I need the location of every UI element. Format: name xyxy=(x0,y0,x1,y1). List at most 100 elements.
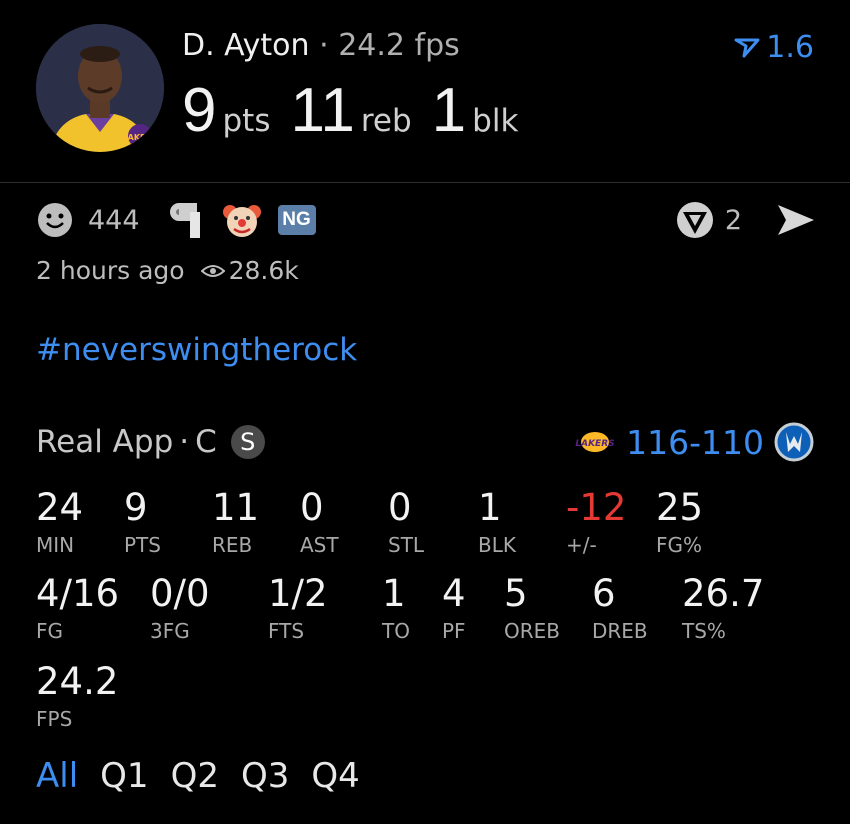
stat-value: 1/2 xyxy=(268,572,328,615)
stat-value: 0 xyxy=(388,486,412,529)
stat-value: 26.7 xyxy=(682,572,765,615)
stat-min: 24 MIN xyxy=(36,486,83,557)
headline-stats: 9 pts 11 reb 1 blk xyxy=(182,80,538,142)
stat-label: DREB xyxy=(592,619,648,643)
stat-oreb: 5 OREB xyxy=(504,572,560,643)
player-avatar[interactable]: LAKERS xyxy=(36,24,164,152)
stat-label: MIN xyxy=(36,533,75,557)
tab-q4[interactable]: Q4 xyxy=(311,756,359,796)
blk-value: 1 xyxy=(431,76,467,145)
stat-label: STL xyxy=(388,533,425,557)
stat-value: 0/0 xyxy=(150,572,210,615)
stat-pts: 9 PTS xyxy=(124,486,161,557)
tab-q2[interactable]: Q2 xyxy=(171,756,219,796)
rating-arrow-icon xyxy=(734,38,760,57)
stat-label: BLK xyxy=(478,533,516,557)
stat-plus-minus: -12 +/- xyxy=(566,486,626,557)
views-count: 28.6k xyxy=(228,256,299,285)
tab-q3[interactable]: Q3 xyxy=(241,756,289,796)
stat-fps: 24.2 FPS xyxy=(36,660,118,731)
stat-value: 1 xyxy=(382,572,406,615)
stat-value: 5 xyxy=(504,572,528,615)
tab-all[interactable]: All xyxy=(36,756,78,796)
shield-icon[interactable] xyxy=(675,200,715,240)
stat-label: FG% xyxy=(656,533,703,557)
header-divider xyxy=(0,182,850,183)
game-info: Real App · C S xyxy=(36,424,265,460)
share-area: 2 xyxy=(675,198,816,242)
stat-value: 4/16 xyxy=(36,572,120,615)
stat-fg: 4/16 FG xyxy=(36,572,119,643)
blk-unit: blk xyxy=(472,103,519,139)
stat-label: PF xyxy=(442,619,466,643)
game-score[interactable]: LAKERS 116-110 xyxy=(574,422,814,462)
stat-label: TS% xyxy=(682,619,726,643)
stat-value: 11 xyxy=(212,486,260,529)
views-counter: 28.6k xyxy=(200,256,299,285)
fps-text: 24.2 fps xyxy=(338,28,460,63)
game-source: Real App xyxy=(36,424,174,460)
stat-label: REB xyxy=(212,533,253,557)
stat-value: 1 xyxy=(478,486,502,529)
stat-fg: 25 FG% xyxy=(656,486,703,557)
ng-badge[interactable]: NG xyxy=(277,205,316,235)
player-position: C xyxy=(195,424,217,460)
lakers-logo-text: LAKERS xyxy=(575,439,614,449)
stat-fts: 1/2 FTS xyxy=(268,572,328,643)
post-meta: 2 hours ago 28.6k xyxy=(36,256,299,285)
stat-to: 1 TO xyxy=(382,572,410,643)
stat-value: 25 xyxy=(656,486,704,529)
clown-icon[interactable] xyxy=(220,198,264,242)
hashtag-link[interactable]: #neverswingtherock xyxy=(36,332,357,368)
stat-value: 6 xyxy=(592,572,616,615)
mavericks-logo-icon xyxy=(774,422,814,462)
stat-value: 24 xyxy=(36,486,84,529)
stat-label: AST xyxy=(300,533,339,557)
stat-reb: 11 REB xyxy=(212,486,259,557)
post-time: 2 hours ago xyxy=(36,256,185,285)
tab-q1[interactable]: Q1 xyxy=(100,756,148,796)
stat-dreb: 6 DREB xyxy=(592,572,648,643)
stat-ast: 0 AST xyxy=(300,486,339,557)
reb-unit: reb xyxy=(360,103,412,139)
stat-label: FPS xyxy=(36,707,73,731)
reb-value: 11 xyxy=(290,76,355,145)
game-score-value: 116-110 xyxy=(626,422,764,462)
title-separator: · xyxy=(319,28,329,63)
player-title: D. Ayton · 24.2 fps xyxy=(182,28,460,64)
stat-value: 9 xyxy=(124,486,148,529)
rating-value: 1.6 xyxy=(766,30,814,65)
reactions-row: 444 NG xyxy=(36,198,316,242)
stat-pf: 4 PF xyxy=(442,572,466,643)
stat-value: 4 xyxy=(442,572,466,615)
eye-icon xyxy=(200,264,225,277)
avatar-team-logo: LAKERS xyxy=(123,133,158,142)
lakers-logo-icon: LAKERS xyxy=(575,432,615,452)
stat-value: -12 xyxy=(566,486,627,529)
stat-stl: 0 STL xyxy=(388,486,424,557)
stat-blk: 1 BLK xyxy=(478,486,516,557)
stat-label: FTS xyxy=(268,619,305,643)
stat-label: 3FG xyxy=(150,619,190,643)
send-icon[interactable] xyxy=(776,203,816,237)
smile-count: 444 xyxy=(88,204,140,236)
stat-label: OREB xyxy=(504,619,560,643)
stat-ts: 26.7 TS% xyxy=(682,572,764,643)
quarter-tabs: All Q1 Q2 Q3 Q4 xyxy=(36,756,360,796)
smile-icon[interactable] xyxy=(36,201,74,239)
stat-label: TO xyxy=(382,619,410,643)
s-badge[interactable]: S xyxy=(230,425,265,459)
pts-value: 9 xyxy=(182,76,217,145)
share-count: 2 xyxy=(724,204,742,236)
player-name[interactable]: D. Ayton xyxy=(182,28,310,63)
stat-label: PTS xyxy=(124,533,161,557)
stat-value: 24.2 xyxy=(36,660,119,703)
game-separator: · xyxy=(179,424,190,460)
toilet-paper-icon[interactable] xyxy=(166,200,206,240)
stat-label: +/- xyxy=(566,533,597,557)
stat-3fg: 0/0 3FG xyxy=(150,572,210,643)
stat-value: 0 xyxy=(300,486,324,529)
pts-unit: pts xyxy=(222,103,271,139)
rating-badge[interactable]: 1.6 xyxy=(734,30,814,65)
stat-label: FG xyxy=(36,619,64,643)
